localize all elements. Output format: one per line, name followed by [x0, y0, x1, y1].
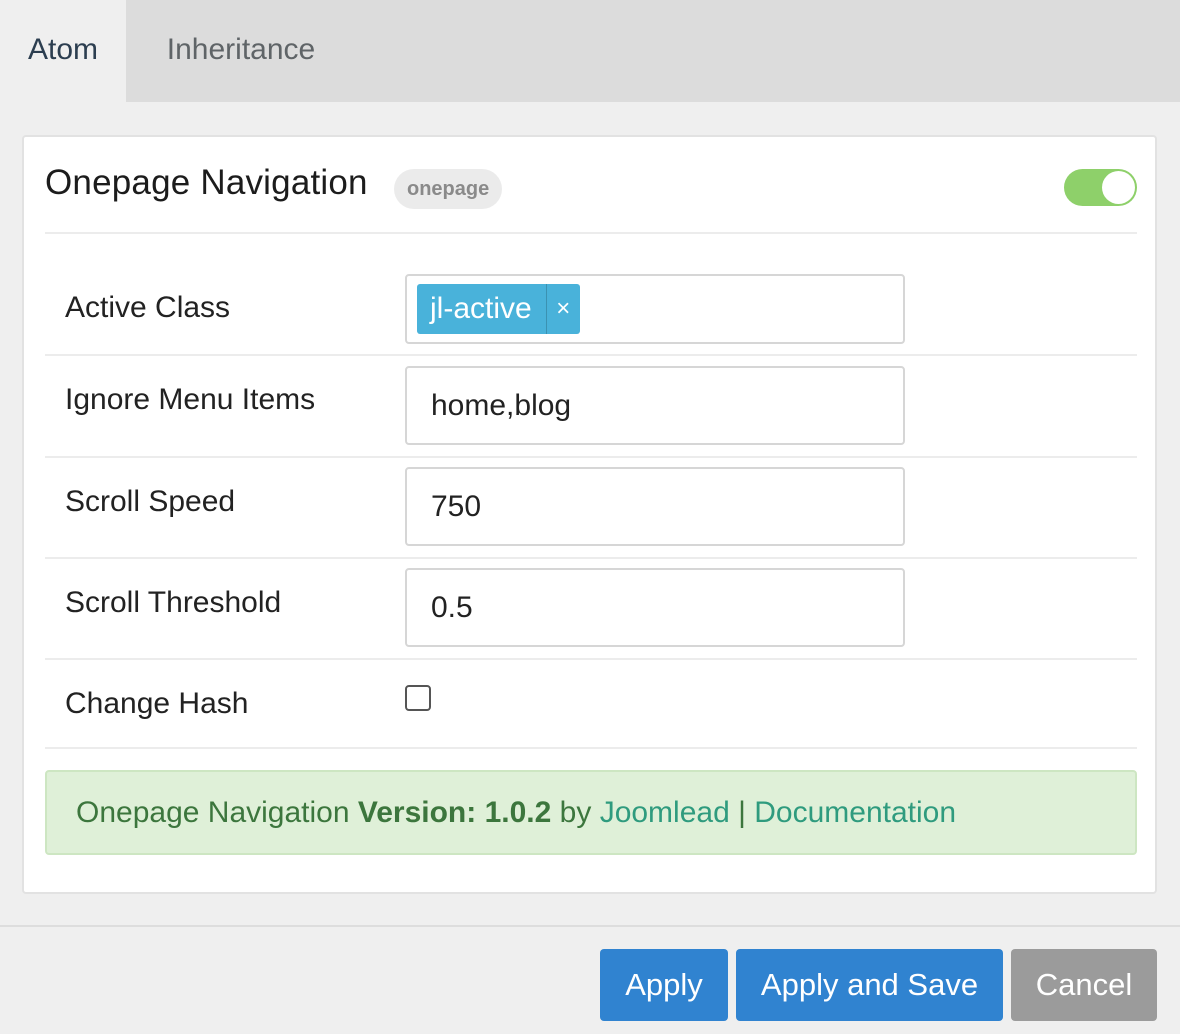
divider [45, 557, 1137, 559]
active-class-label: Active Class [65, 291, 231, 324]
tag-remove-icon[interactable]: × [545, 284, 580, 334]
particle-card: Onepage Navigation onepage Active Class … [22, 135, 1157, 894]
toggle-knob [1102, 171, 1135, 204]
tab-bar: Atom Inheritance [0, 0, 1180, 102]
particle-id-badge: onepage [394, 169, 503, 209]
info-version: Version: 1.0.2 [357, 796, 552, 829]
divider [45, 747, 1137, 749]
author-link[interactable]: Joomlead [600, 796, 730, 829]
footer-divider [0, 925, 1180, 927]
scroll-speed-label: Scroll Speed [65, 485, 236, 518]
scroll-threshold-label: Scroll Threshold [65, 586, 282, 619]
apply-and-save-button[interactable]: Apply and Save [736, 949, 1003, 1021]
apply-button[interactable]: Apply [600, 949, 728, 1021]
divider [45, 456, 1137, 458]
ignore-menu-items-input[interactable]: home,blog [405, 366, 905, 445]
card-title: Onepage Navigation [45, 163, 368, 202]
scroll-speed-input[interactable]: 750 [405, 467, 905, 546]
change-hash-checkbox[interactable] [405, 685, 431, 711]
ignore-menu-items-label: Ignore Menu Items [65, 383, 316, 416]
tab-inheritance[interactable]: Inheritance [126, 0, 356, 102]
documentation-link[interactable]: Documentation [754, 796, 956, 829]
tab-atom[interactable]: Atom [0, 0, 126, 102]
scroll-threshold-input[interactable]: 0.5 [405, 568, 905, 647]
info-separator: | [738, 796, 746, 829]
info-by: by [559, 796, 592, 829]
active-class-tag: jl-active × [417, 284, 580, 334]
change-hash-label: Change Hash [65, 687, 249, 720]
version-info-alert: Onepage Navigation Version: 1.0.2 by Joo… [45, 770, 1137, 855]
cancel-button[interactable]: Cancel [1011, 949, 1157, 1021]
tag-label: jl-active [430, 292, 532, 325]
divider [45, 354, 1137, 356]
active-class-input[interactable]: jl-active × [405, 274, 905, 344]
enable-toggle[interactable] [1064, 169, 1137, 206]
divider [45, 658, 1137, 660]
divider [45, 232, 1137, 234]
info-particle-name: Onepage Navigation [76, 796, 350, 829]
